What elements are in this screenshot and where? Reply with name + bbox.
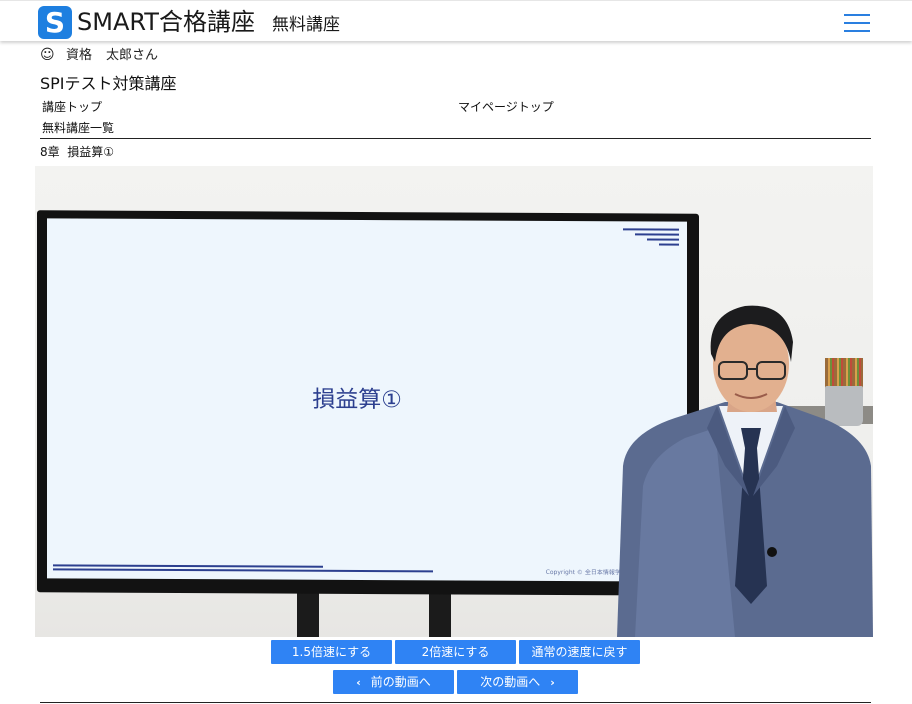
site-title[interactable]: SMART合格講座 (77, 7, 255, 37)
chapter-heading: 8章 損益算① (40, 144, 114, 161)
mypage-top-link[interactable]: マイページトップ (458, 99, 554, 116)
chapter-title: 損益算① (67, 145, 115, 159)
course-top-link[interactable]: 講座トップ (42, 99, 102, 116)
previous-video-button[interactable]: ‹ 前の動画へ (333, 670, 454, 694)
menu-icon[interactable] (844, 13, 870, 33)
site-header: S SMART合格講座 無料講座 (0, 0, 912, 41)
presenter-figure (617, 305, 873, 637)
divider (40, 702, 871, 703)
speed-normal-button[interactable]: 通常の速度に戻す (519, 640, 640, 664)
speed-2x-button[interactable]: 2倍速にする (395, 640, 516, 664)
user-label: 資格 (66, 48, 93, 63)
previous-video-label: 前の動画へ (370, 675, 431, 689)
chapter-label: 8章 (40, 145, 60, 159)
chevron-left-icon: ‹ (356, 676, 361, 689)
course-title: SPIテスト対策講座 (40, 74, 177, 93)
divider (40, 138, 871, 139)
free-course-list-link[interactable]: 無料講座一覧 (42, 120, 114, 137)
speed-1-5x-button[interactable]: 1.5倍速にする (271, 640, 392, 664)
chevron-right-icon: › (550, 676, 555, 689)
logo-icon[interactable]: S (38, 6, 72, 39)
site-subtitle: 無料講座 (272, 15, 340, 35)
user-greeting: ☺ 資格 太郎さん (40, 46, 158, 65)
next-video-label: 次の動画へ (480, 675, 541, 689)
smile-icon: ☺ (40, 47, 55, 63)
user-name: 太郎さん (106, 48, 159, 63)
next-video-button[interactable]: 次の動画へ › (457, 670, 578, 694)
lecture-video[interactable]: 損益算① Copyright © 全日本情報学習振興協会 All Rights (35, 166, 873, 637)
